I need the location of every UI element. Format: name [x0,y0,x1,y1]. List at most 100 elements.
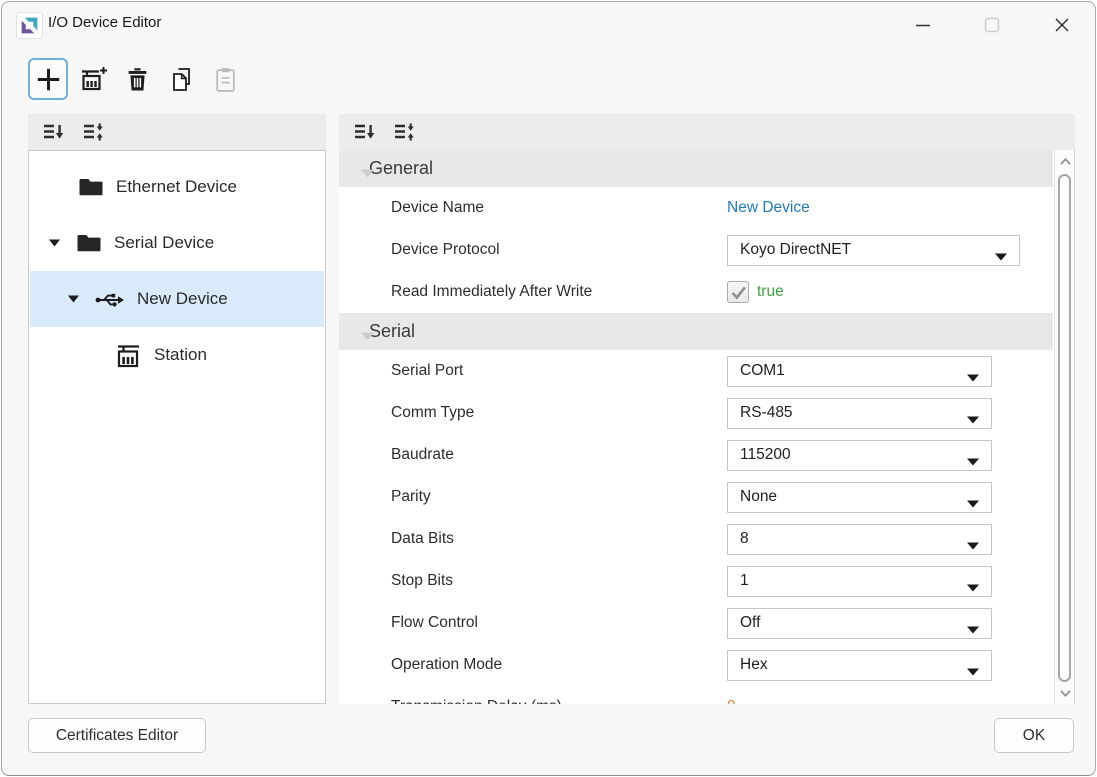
minimize-button[interactable] [906,10,940,40]
expand-arrow-icon[interactable] [48,239,60,247]
device-tree: Ethernet Device Serial Device New Device… [28,150,326,704]
dropdown-value: 115200 [740,446,791,463]
property-label: Baudrate [391,446,454,463]
chevron-down-icon [967,537,979,555]
comm-type-dropdown[interactable]: RS-485 [727,397,992,429]
plus-icon [37,68,59,90]
scroll-up-icon[interactable] [1055,152,1074,170]
dropdown-value: COM1 [740,362,785,379]
tree-item-serial-device[interactable]: Serial Device [30,215,324,271]
sort-descending-icon[interactable] [351,120,377,144]
certificates-editor-button[interactable]: Certificates Editor [28,718,206,753]
add-device-button[interactable] [28,58,68,100]
dropdown-value: Koyo DirectNET [740,241,852,258]
minimize-icon [916,24,930,27]
folder-icon [76,233,102,253]
add-station-button[interactable] [74,58,114,100]
property-row-parity: Parity None [339,476,1053,518]
tree-item-station[interactable]: Station [30,327,324,383]
properties-header-strip [339,114,1075,150]
io-device-editor-window: I/O Device Editor Ethernet Device Serial… [1,1,1096,776]
operation-mode-dropdown[interactable]: Hex [727,649,992,681]
parity-dropdown[interactable]: None [727,481,992,513]
property-label: Data Bits [391,530,454,547]
chevron-down-icon [995,248,1007,266]
tree-item-label: New Device [137,289,228,308]
property-row-device-protocol: Device Protocol Koyo DirectNET [339,229,1053,271]
property-label: Read Immediately After Write [391,283,593,300]
property-label: Operation Mode [391,656,503,673]
close-button[interactable] [1045,10,1079,40]
scrollbar-thumb[interactable] [1058,174,1071,682]
property-row-stop-bits: Stop Bits 1 [339,560,1053,602]
property-label: Transmission Delay (ms) [391,686,562,704]
dropdown-value: 8 [740,530,749,547]
property-row-device-name: Device Name New Device [339,187,1053,229]
paste-button [205,58,245,100]
serial-port-dropdown[interactable]: COM1 [727,355,992,387]
section-title: Serial [369,321,416,341]
property-row-flow-control: Flow Control Off [339,602,1053,644]
folder-icon [78,177,104,197]
ok-button[interactable]: OK [994,718,1074,753]
section-header-general[interactable]: General [339,150,1053,187]
data-bits-dropdown[interactable]: 8 [727,523,992,555]
transmission-delay-value[interactable]: 0 [727,698,736,704]
chevron-down-icon [967,495,979,513]
flow-control-dropdown[interactable]: Off [727,607,992,639]
scroll-down-icon[interactable] [1055,684,1074,702]
ok-label: OK [1022,726,1046,744]
read-immediately-checkbox[interactable] [727,281,749,303]
tree-item-label: Serial Device [114,233,215,252]
certificates-editor-label: Certificates Editor [55,726,179,744]
tree-item-ethernet-device[interactable]: Ethernet Device [30,159,324,215]
delete-button[interactable] [117,58,157,100]
property-label: Stop Bits [391,572,454,589]
chevron-down-icon [967,621,979,639]
dropdown-value: RS-485 [740,404,793,421]
close-icon [1055,18,1069,32]
property-row-baudrate: Baudrate 115200 [339,434,1053,476]
sort-collapse-icon[interactable] [80,120,106,144]
chevron-down-icon [967,369,979,387]
chevron-down-icon [967,453,979,471]
property-row-data-bits: Data Bits 8 [339,518,1053,560]
property-label: Device Protocol [391,241,500,258]
checkbox-value-label: true [757,283,784,300]
maximize-icon [984,17,1000,33]
section-collapse-icon[interactable] [361,328,374,346]
sort-descending-icon[interactable] [40,120,66,144]
chevron-down-icon [967,411,979,429]
chevron-down-icon [967,579,979,597]
dropdown-value: Off [740,614,761,631]
device-protocol-dropdown[interactable]: Koyo DirectNET [727,234,1020,266]
copy-icon [173,67,190,91]
section-header-serial[interactable]: Serial [339,313,1053,350]
tree-item-label: Station [154,345,207,364]
clipboard-icon [215,67,235,92]
property-label: Device Name [391,199,485,216]
check-icon [731,286,746,300]
dropdown-value: None [740,488,778,505]
app-logo-icon [16,12,43,39]
property-label: Comm Type [391,404,475,421]
chevron-down-icon [967,663,979,681]
stop-bits-dropdown[interactable]: 1 [727,565,992,597]
property-row-read-immediately: Read Immediately After Write true [339,271,1053,313]
tree-header-strip [28,114,326,150]
section-collapse-icon[interactable] [361,165,374,183]
sort-collapse-icon[interactable] [391,120,417,144]
expand-arrow-icon[interactable] [67,295,79,303]
usb-icon [95,290,125,308]
vertical-scrollbar[interactable] [1054,150,1074,704]
property-label: Serial Port [391,362,464,379]
property-label: Parity [391,488,431,505]
baudrate-dropdown[interactable]: 115200 [727,439,992,471]
device-name-value[interactable]: New Device [727,199,810,217]
tree-item-new-device[interactable]: New Device [30,271,324,327]
copy-button[interactable] [162,58,202,100]
properties-panel: General Device Name New Device Device Pr… [339,150,1075,704]
property-row-comm-type: Comm Type RS-485 [339,392,1053,434]
property-row-serial-port: Serial Port COM1 [339,350,1053,392]
tree-item-label: Ethernet Device [116,177,237,196]
